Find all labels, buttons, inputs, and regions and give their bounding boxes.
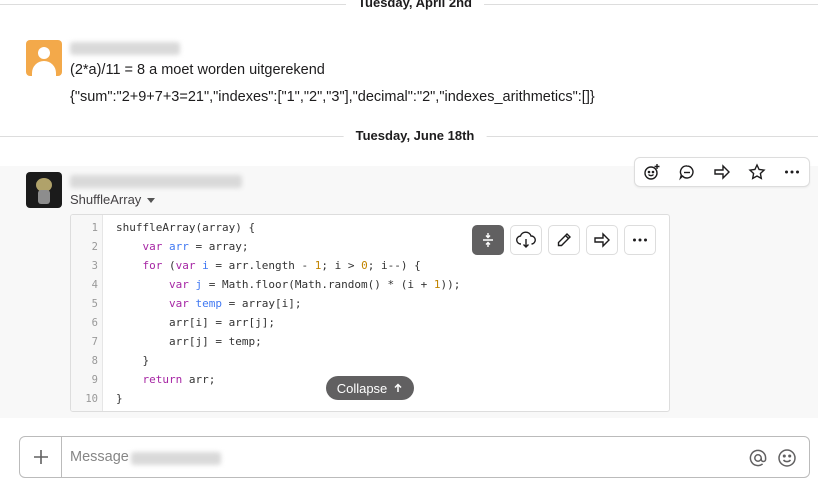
line-number: 1: [91, 222, 98, 234]
more-icon[interactable]: [624, 225, 656, 255]
date-label-first: Tuesday, April 2nd: [346, 0, 484, 10]
code-line: shuffleArray(array) {: [116, 221, 256, 234]
line-number: 5: [91, 298, 98, 310]
plus-icon: [33, 450, 48, 464]
collapse-label: Collapse: [336, 380, 388, 396]
message-input[interactable]: Message: [70, 449, 129, 465]
code-line: var temp = array[i];: [168, 297, 302, 310]
message-composer: Message: [19, 436, 810, 478]
avatar-robot-body-shape: [38, 190, 50, 204]
star-icon[interactable]: [739, 158, 774, 186]
caret-down-icon: [147, 198, 156, 203]
message-text-line-2: {"sum":"2+9+7+3=21","indexes":["1","2","…: [70, 89, 595, 105]
collapse-button[interactable]: Collapse: [326, 376, 414, 400]
avatar[interactable]: [26, 172, 62, 208]
line-number: 3: [91, 260, 98, 272]
line-number: 6: [91, 317, 98, 329]
code-line: }: [116, 392, 123, 405]
date-label-second: Tuesday, June 18th: [343, 128, 487, 143]
edit-icon[interactable]: [548, 225, 580, 255]
recipient-name-blurred: [131, 452, 221, 465]
avatar[interactable]: [26, 40, 62, 76]
share-icon[interactable]: [586, 225, 618, 255]
file-title-text: ShuffleArray: [70, 192, 142, 207]
code-line: arr[i] = arr[j];: [116, 316, 275, 329]
sender-name-blurred[interactable]: [70, 42, 180, 55]
add-reaction-icon[interactable]: [635, 158, 670, 186]
code-line: return arr;: [142, 373, 216, 386]
line-number: 2: [91, 241, 98, 253]
sender-name-blurred[interactable]: [70, 175, 242, 188]
collapse-code-icon[interactable]: [472, 225, 504, 255]
code-snippet-toolbar: [472, 225, 656, 255]
code-line: var j = Math.floor(Math.random() * (i + …: [168, 278, 461, 291]
mention-icon[interactable]: [747, 447, 769, 469]
line-number: 7: [91, 336, 98, 348]
code-line: }: [116, 354, 150, 367]
code-line: for (var i = arr.length - 1; i > 0; i--)…: [142, 259, 421, 272]
line-number: 10: [85, 393, 98, 405]
line-number-gutter: 1 2 3 4 5 6 7 8 9 10: [71, 215, 103, 411]
code-line: var arr = array;: [142, 240, 249, 253]
message-1: (2*a)/11 = 8 a moet worden uitgerekend {…: [0, 30, 818, 114]
emoji-icon[interactable]: [776, 447, 798, 469]
line-number: 9: [91, 374, 98, 386]
reply-in-thread-icon[interactable]: [670, 158, 705, 186]
add-attachment-button[interactable]: [20, 437, 62, 477]
forward-icon[interactable]: [705, 158, 740, 186]
line-number: 4: [91, 279, 98, 291]
code-line: arr[j] = temp;: [116, 335, 262, 348]
message-text-line-1: (2*a)/11 = 8 a moet worden uitgerekend: [70, 62, 325, 78]
file-title[interactable]: ShuffleArray: [70, 192, 156, 207]
more-actions-icon[interactable]: [774, 158, 809, 186]
download-icon[interactable]: [510, 225, 542, 255]
avatar-head-shape: [38, 47, 50, 59]
message-actions-bar: [634, 157, 810, 187]
avatar-body-shape: [32, 61, 56, 76]
line-number: 8: [91, 355, 98, 367]
arrow-up-icon: [394, 383, 402, 392]
